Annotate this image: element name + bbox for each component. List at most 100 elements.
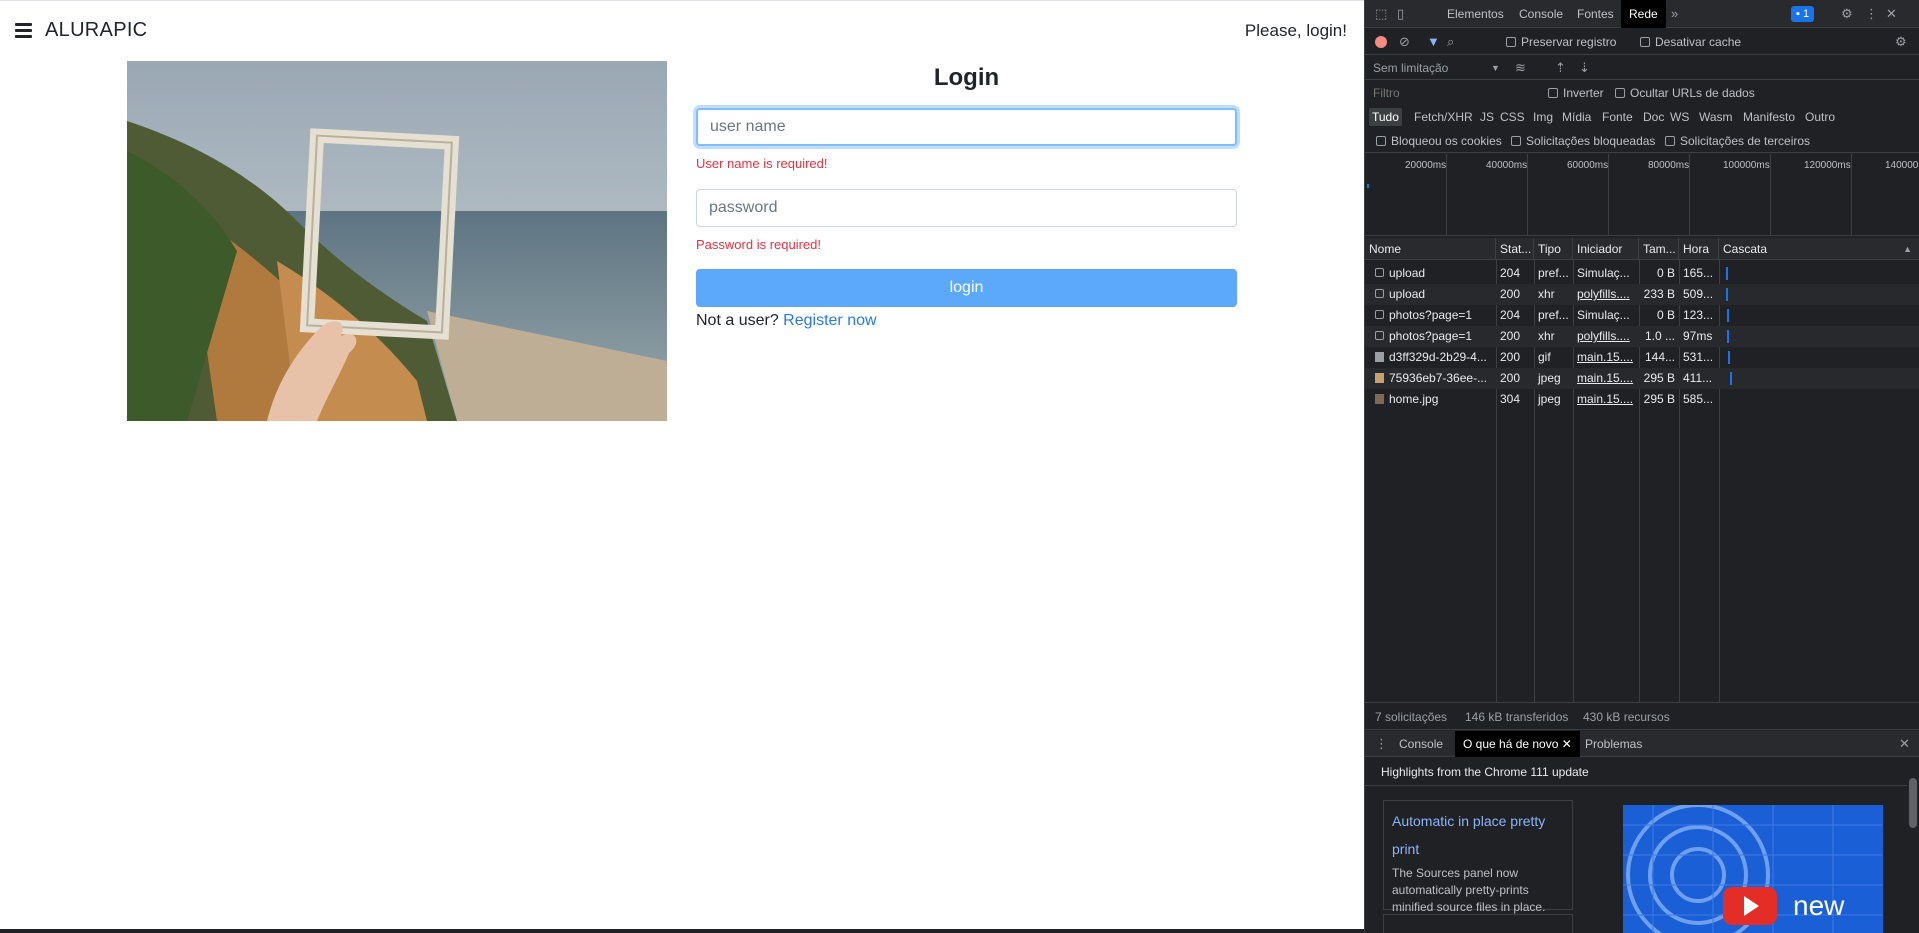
scrollbar-thumb[interactable] — [1909, 778, 1917, 828]
tab-fontes[interactable]: Fontes — [1569, 0, 1622, 28]
username-input[interactable] — [696, 108, 1237, 146]
gear-icon[interactable]: ⚙ — [1841, 0, 1853, 28]
type-filter-img[interactable]: Img — [1533, 105, 1553, 129]
type-filter-css[interactable]: CSS — [1500, 105, 1525, 129]
timeline-overview[interactable]: 20000ms 40000ms 60000ms 80000ms 100000ms… — [1365, 154, 1919, 236]
col-nome[interactable]: Nome — [1365, 238, 1496, 260]
type-filter-doc[interactable]: Doc — [1643, 105, 1664, 129]
type-filter-fetch[interactable]: Fetch/XHR — [1414, 105, 1473, 129]
table-row[interactable]: home.jpg 304 jpeg main.15.... 295 B 585.… — [1365, 389, 1919, 410]
register-link[interactable]: Register now — [783, 312, 876, 329]
hide-data-urls-checkbox[interactable] — [1615, 88, 1625, 98]
video-text: new — [1793, 890, 1845, 921]
preserve-log-checkbox[interactable] — [1506, 37, 1516, 47]
table-row[interactable]: photos?page=1 204 pref... Simulaç... 0 B… — [1365, 305, 1919, 326]
network-settings-gear-icon[interactable]: ⚙ — [1895, 29, 1907, 55]
drawer-menu-icon[interactable]: ⋮ — [1375, 731, 1388, 757]
table-row[interactable]: 75936eb7-36ee-... 200 jpeg main.15.... 2… — [1365, 368, 1919, 389]
video-thumbnail[interactable]: new — [1623, 805, 1883, 933]
timeline-tick: 120000ms — [1804, 160, 1851, 171]
type-filter-tudo[interactable]: Tudo — [1369, 108, 1402, 126]
tab-elementos[interactable]: Elementos — [1439, 0, 1512, 28]
feature-card-title[interactable]: Automatic in place pretty print — [1392, 807, 1564, 863]
filter-input[interactable] — [1369, 84, 1531, 102]
clear-icon[interactable]: ⊘ — [1399, 29, 1410, 55]
close-icon[interactable]: ✕ — [1886, 0, 1897, 28]
feature-card-next[interactable] — [1383, 914, 1573, 933]
row-initiator[interactable]: main.15.... — [1573, 347, 1639, 368]
table-row[interactable]: upload 204 pref... Simulaç... 0 B 165... — [1365, 263, 1919, 284]
col-tipo[interactable]: Tipo — [1534, 238, 1573, 260]
drawer-tab-problemas[interactable]: Problemas — [1577, 731, 1650, 757]
requests-table-header: Nome Stat... Tipo Iniciador Tam... Hora … — [1365, 238, 1919, 260]
col-hora[interactable]: Hora — [1679, 238, 1719, 260]
col-status[interactable]: Stat... — [1496, 238, 1534, 260]
disable-cache-checkbox[interactable] — [1640, 37, 1650, 47]
hide-data-urls-label: Ocultar URLs de dados — [1630, 86, 1755, 100]
table-row[interactable]: d3ff329d-2b29-4... 200 gif main.15.... 1… — [1365, 347, 1919, 368]
col-iniciador[interactable]: Iniciador — [1573, 238, 1639, 260]
type-filter-ws[interactable]: WS — [1670, 105, 1689, 129]
menu-icon[interactable] — [15, 23, 32, 38]
row-initiator[interactable]: main.15.... — [1573, 368, 1639, 389]
row-status: 200 — [1500, 350, 1521, 364]
close-drawer-icon[interactable]: ✕ — [1899, 731, 1910, 757]
table-row[interactable]: upload 200 xhr polyfills.... 233 B 509..… — [1365, 284, 1919, 305]
kebab-menu-icon[interactable]: ⋮ — [1865, 0, 1878, 28]
password-input[interactable] — [696, 189, 1237, 227]
drawer-tab-whats-new[interactable]: O que há de novo ✕ — [1455, 731, 1580, 757]
inspect-icon[interactable]: ⬚ — [1375, 0, 1387, 28]
chevron-down-icon[interactable]: ▼ — [1491, 56, 1500, 80]
blocked-cookies-checkbox[interactable] — [1376, 136, 1386, 146]
row-type: xhr — [1538, 329, 1555, 343]
search-icon[interactable]: ⌕ — [1447, 29, 1454, 55]
login-title: Login — [933, 64, 1000, 91]
upload-icon[interactable]: ⇡ — [1555, 56, 1566, 80]
row-size: 1.0 ... — [1644, 329, 1675, 343]
type-filter-bar: Tudo Fetch/XHR JS CSS Img Mídia Fonte Do… — [1365, 105, 1919, 129]
device-toggle-icon[interactable]: ▯ — [1397, 0, 1404, 28]
tab-rede[interactable]: Rede — [1621, 0, 1666, 28]
login-form: Login User name is required! Password is… — [696, 61, 1237, 330]
login-button[interactable]: login — [696, 269, 1237, 307]
drawer-tab-console[interactable]: Console — [1391, 731, 1451, 757]
brand-logo[interactable]: ALURAPIC — [45, 19, 147, 42]
row-initiator[interactable]: polyfills.... — [1573, 326, 1639, 347]
throttling-select[interactable]: Sem limitação — [1373, 56, 1448, 80]
col-cascata[interactable]: Cascata — [1719, 238, 1919, 260]
type-filter-js[interactable]: JS — [1480, 105, 1494, 129]
issues-badge[interactable]: ▪ 1 — [1791, 6, 1815, 22]
col-tamanho[interactable]: Tam... — [1639, 238, 1679, 260]
wifi-icon[interactable]: ≋ — [1515, 56, 1526, 80]
type-filter-outro[interactable]: Outro — [1805, 105, 1835, 129]
network-toolbar: ⊘ ▼ ⌕ Preservar registro Desativar cache… — [1365, 29, 1919, 55]
row-name: home.jpg — [1389, 392, 1439, 406]
sort-up-icon[interactable]: ▲ — [1903, 238, 1912, 260]
table-row[interactable]: photos?page=1 200 xhr polyfills.... 1.0 … — [1365, 326, 1919, 347]
download-icon[interactable]: ⇣ — [1579, 56, 1590, 80]
row-status: 204 — [1500, 266, 1521, 280]
row-time: 411... — [1683, 371, 1713, 385]
invert-checkbox[interactable] — [1548, 88, 1558, 98]
tab-console[interactable]: Console — [1511, 0, 1571, 28]
blocked-requests-checkbox[interactable] — [1511, 136, 1521, 146]
drawer-scrollbar[interactable] — [1907, 758, 1919, 933]
feature-card[interactable]: Automatic in place pretty print The Sour… — [1383, 800, 1573, 914]
requests-table-body: upload 204 pref... Simulaç... 0 B 165...… — [1365, 263, 1919, 413]
gif-file-icon — [1375, 352, 1384, 362]
chevron-double-right-icon[interactable]: » — [1671, 0, 1678, 28]
row-initiator[interactable]: main.15.... — [1573, 389, 1639, 410]
preserve-log-label: Preservar registro — [1521, 35, 1617, 49]
close-icon[interactable]: ✕ — [1562, 737, 1572, 751]
type-filter-fonte[interactable]: Fonte — [1602, 105, 1633, 129]
third-party-checkbox[interactable] — [1665, 136, 1675, 146]
record-icon[interactable] — [1375, 36, 1387, 48]
register-line: Not a user? Register now — [696, 312, 1237, 330]
row-initiator[interactable]: polyfills.... — [1573, 284, 1639, 305]
type-filter-midia[interactable]: Mídia — [1562, 105, 1591, 129]
row-type: pref... — [1538, 308, 1569, 322]
type-filter-wasm[interactable]: Wasm — [1699, 105, 1733, 129]
filter-icon[interactable]: ▼ — [1427, 29, 1440, 55]
requests-count: 7 solicitações — [1375, 710, 1448, 724]
type-filter-manifesto[interactable]: Manifesto — [1743, 105, 1795, 129]
